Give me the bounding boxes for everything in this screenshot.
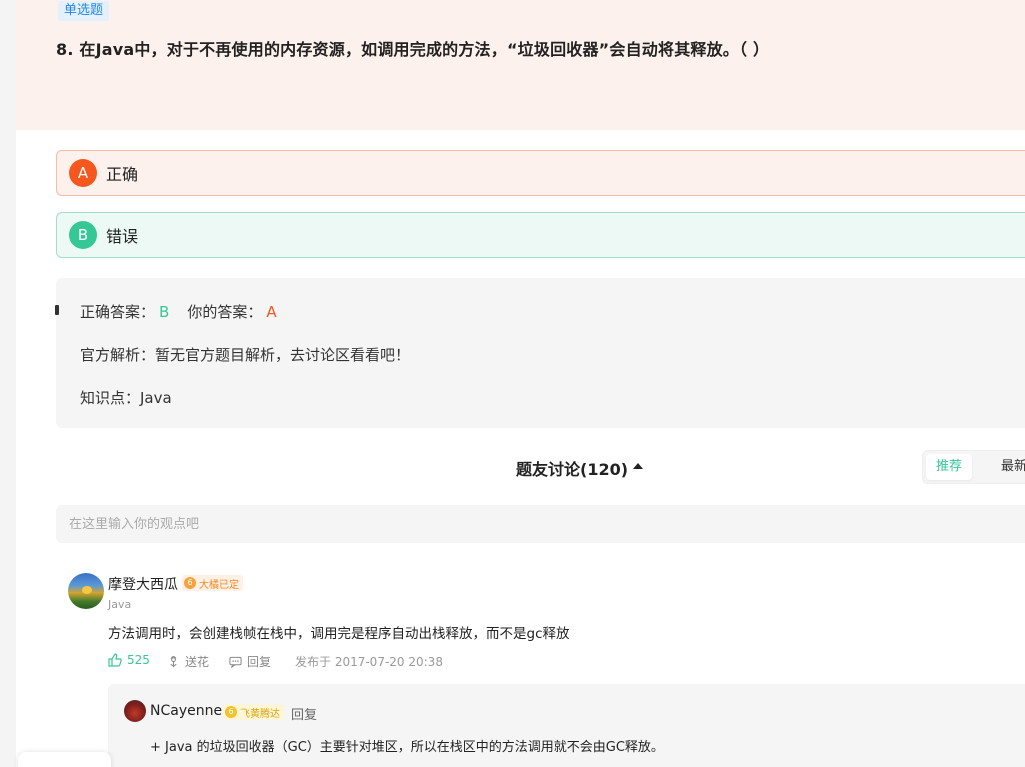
reply-button[interactable]: 回复 [229, 653, 271, 670]
your-answer-label: 你的答案： [187, 303, 263, 321]
comment-user-tag: Java [108, 598, 132, 611]
correct-answer-label: 正确答案： [80, 303, 156, 321]
send-flower-button[interactable]: 送花 [167, 653, 209, 670]
reply-label: 回复 [247, 655, 272, 669]
option-b[interactable]: B 错误 [56, 212, 1025, 258]
like-count: 525 [127, 653, 150, 667]
comment-input[interactable] [56, 505, 1025, 543]
tab-recommended[interactable]: 推荐 [926, 454, 973, 480]
option-a-text: 正确 [106, 165, 139, 184]
question-header: 单选题 8. 在Java中，对于不再使用的内存资源，如调用完成的方法，“垃圾回收… [16, 0, 1025, 130]
caret-up-icon[interactable] [633, 463, 643, 469]
discussion-title[interactable]: 题友讨论(120) [516, 456, 628, 480]
like-button[interactable]: 525 [108, 653, 150, 667]
option-b-letter: B [69, 221, 97, 249]
comment-text: 方法调用时，会创建栈帧在栈中，调用完是程序自动出栈释放，而不是gc释放 [108, 626, 570, 642]
question-type-tag: 单选题 [58, 1, 110, 21]
answer-line: 正确答案： B 你的答案： A [80, 301, 277, 322]
tab-latest[interactable]: 最新 [991, 454, 1025, 480]
answer-panel: 正确答案： B 你的答案： A 官方解析：暂无官方题目解析，去讨论区看看吧！ 知识点：… [55, 278, 1025, 428]
avatar[interactable] [68, 573, 104, 609]
sort-switch: 推荐 最新 [922, 450, 1025, 484]
reply-avatar[interactable] [124, 700, 146, 722]
reply-link[interactable]: 回复 [291, 704, 317, 723]
floating-panel[interactable] [18, 752, 111, 767]
comment-icon [229, 656, 242, 668]
avatar-sun [82, 586, 92, 594]
reply-badge-label: 飞黄腾达 [240, 708, 280, 720]
reply-thread: NCayenne 6 飞黄腾达 回复 + Java 的垃圾回收器（GC）主要针对堆… [108, 684, 1025, 767]
option-b-text: 错误 [106, 227, 139, 246]
user-badge-label: 大橘已定 [199, 579, 239, 591]
badge-icon: 6 [225, 706, 237, 718]
thumbs-up-icon [108, 653, 122, 667]
knowledge-point: 知识点：Java [80, 389, 172, 407]
question-text: 8. 在Java中，对于不再使用的内存资源，如调用完成的方法，“垃圾回收器”会自… [56, 40, 770, 59]
option-a[interactable]: A 正确 [56, 150, 1025, 196]
reply-user-name[interactable]: NCayenne [150, 703, 222, 719]
user-level-badge: 6 大橘已定 [182, 575, 243, 591]
reply-user-badge: 6 飞黄腾达 [223, 704, 284, 720]
badge-icon: 6 [184, 577, 196, 589]
your-answer-value: A [266, 303, 277, 321]
official-analysis: 官方解析：暂无官方题目解析，去讨论区看看吧！ [80, 346, 411, 364]
option-a-letter: A [69, 159, 97, 187]
answer-marker [55, 305, 59, 315]
reply-text: + Java 的垃圾回收器（GC）主要针对堆区，所以在栈区中的方法调用就不会由G… [150, 740, 664, 755]
flower-icon [170, 655, 177, 668]
comment-user-name[interactable]: 摩登大西瓜 [108, 574, 178, 594]
correct-answer-value: B [159, 303, 170, 321]
send-flower-label: 送花 [185, 655, 210, 669]
question-page: 单选题 8. 在Java中，对于不再使用的内存资源，如调用完成的方法，“垃圾回收… [16, 0, 1025, 767]
post-date: 发布于 2017-07-20 20:38 [295, 655, 443, 669]
